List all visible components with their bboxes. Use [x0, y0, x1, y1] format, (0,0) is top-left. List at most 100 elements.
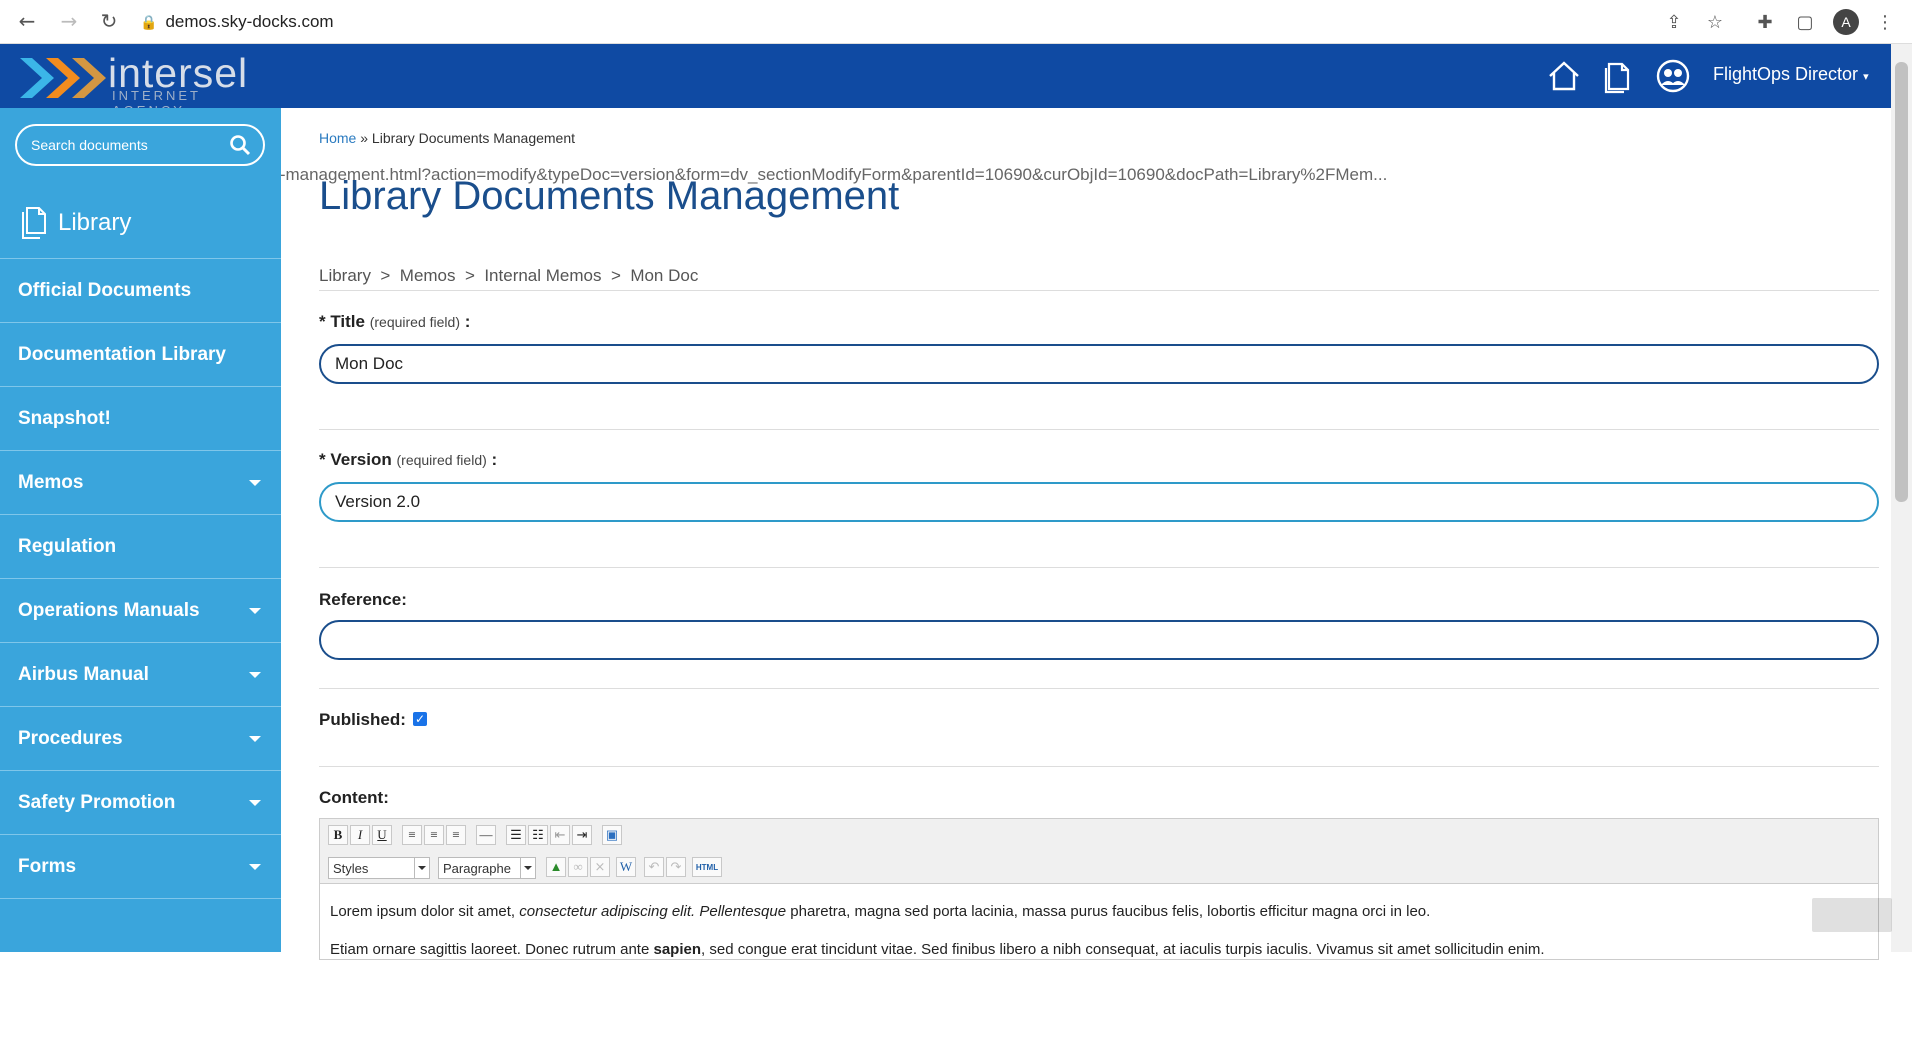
numbered-list-icon[interactable]: ☷	[528, 825, 548, 845]
brand-logo[interactable]: intersel INTERNET AGENCY	[16, 50, 266, 118]
published-checkbox[interactable]: ✓	[413, 712, 427, 726]
title-label-text: * Title	[319, 312, 365, 331]
sidebar-item-official-documents[interactable]: Official Documents	[0, 259, 281, 323]
reload-icon[interactable]: ↻	[96, 8, 122, 34]
sidebar-item-label: Safety Promotion	[18, 791, 176, 813]
text-run: Lorem ipsum dolor sit amet,	[330, 903, 520, 920]
horizontal-rule-icon[interactable]: —	[476, 825, 496, 845]
sidebar-item-airbus-manual[interactable]: Airbus Manual	[0, 643, 281, 707]
scrollbar-thumb[interactable]	[1895, 62, 1908, 502]
insert-image-icon[interactable]: ▲	[546, 857, 566, 877]
browser-menu-icon[interactable]: ⋮	[1872, 9, 1898, 35]
bold-icon[interactable]: B	[328, 825, 348, 845]
users-icon[interactable]	[1655, 58, 1691, 94]
library-document-icon	[22, 207, 46, 239]
legal-text[interactable]: Legal ©2016 SkyDocks 1.0.5	[54, 1029, 222, 1044]
styles-select[interactable]: Styles	[328, 857, 430, 879]
back-icon[interactable]: ←	[14, 8, 40, 34]
browser-toolbar: ← → ↻ 🔒 demos.sky-docks.com/library-docu…	[0, 0, 1912, 184]
outdent-icon[interactable]: ⇤	[550, 825, 570, 845]
sidebar: Library Official Documents Documentation…	[0, 108, 281, 1050]
indent-icon[interactable]: ⇥	[572, 825, 592, 845]
breadcrumb-home-link[interactable]: Home	[319, 130, 356, 146]
extensions-icon[interactable]: ✚	[1752, 9, 1778, 35]
bullet-list-icon[interactable]: ☰	[506, 825, 526, 845]
sidebar-item-forms[interactable]: Forms	[0, 835, 281, 899]
undo-icon[interactable]: ↶	[644, 857, 664, 877]
forward-icon[interactable]: →	[56, 8, 82, 34]
fullscreen-icon[interactable]: ▣	[602, 825, 622, 845]
sidebar-item-documentation-library[interactable]: Documentation Library	[0, 323, 281, 387]
tab-layout-icon[interactable]: ▢	[1792, 9, 1818, 35]
help-icon[interactable]: ?	[16, 1022, 44, 1050]
align-left-icon[interactable]: ≡	[402, 825, 422, 845]
version-label: * Version (required field) :	[319, 450, 498, 469]
caret-down-icon	[249, 671, 261, 678]
caret-down-icon	[249, 607, 261, 614]
address-bar[interactable]: 🔒 demos.sky-docks.com/library-documents-…	[140, 7, 1720, 184]
divider	[319, 766, 1879, 767]
html-source-icon[interactable]: HTML	[692, 857, 722, 877]
reference-field[interactable]	[319, 620, 1879, 660]
sidebar-item-safety-promotion[interactable]: Safety Promotion	[0, 771, 281, 835]
divider	[319, 567, 1879, 568]
sidebar-item-snapshot[interactable]: Snapshot!	[0, 387, 281, 451]
document-path: Library > Memos > Internal Memos > Mon D…	[319, 266, 699, 285]
title-field[interactable]	[319, 344, 1879, 384]
redo-icon[interactable]: ↷	[666, 857, 686, 877]
text-run: , sed congue erat tincidunt vitae. Sed f…	[701, 941, 1545, 958]
link-icon[interactable]: ∞	[568, 857, 588, 877]
share-icon[interactable]: ⇪	[1661, 9, 1687, 35]
align-right-icon[interactable]: ≡	[446, 825, 466, 845]
divider	[319, 290, 1879, 291]
user-menu[interactable]: FlightOps Director ▾	[1713, 64, 1869, 85]
format-select[interactable]: Paragraphe	[438, 857, 536, 879]
version-field[interactable]	[319, 482, 1879, 522]
sidebar-item-label: Procedures	[18, 727, 123, 749]
breadcrumb: Home » Library Documents Management	[319, 130, 575, 146]
editor-toolbar-row-1: B I U ≡ ≡ ≡ — ☰ ☷ ⇤ ⇥ ▣	[320, 819, 1878, 851]
version-input[interactable]	[321, 491, 1837, 513]
profile-avatar[interactable]: A	[1833, 9, 1859, 35]
dropdown-arrow-icon	[520, 858, 535, 878]
text-run: pharetra, magna sed porta lacinia, massa…	[786, 903, 1431, 920]
sidebar-item-label: Memos	[18, 471, 84, 493]
unlink-icon[interactable]: ⨯	[590, 857, 610, 877]
content-paragraph: Lorem ipsum dolor sit amet, consectetur …	[330, 893, 1860, 931]
content-label: Content:	[319, 788, 389, 807]
documents-icon[interactable]	[1600, 58, 1636, 94]
format-select-value: Paragraphe	[443, 860, 511, 876]
home-icon[interactable]	[1546, 58, 1582, 94]
content-paragraph: Etiam ornare sagittis laoreet. Donec rut…	[330, 931, 1860, 969]
lock-icon: 🔒	[140, 13, 158, 30]
sidebar-item-label: Regulation	[18, 535, 117, 557]
search-box[interactable]	[15, 124, 265, 166]
page-scrollbar[interactable]	[1891, 44, 1912, 952]
published-label: Published:	[319, 710, 406, 729]
italic-text-run: consectetur adipiscing elit. Pellentesqu…	[519, 903, 787, 920]
sidebar-library-header[interactable]: Library	[0, 188, 281, 259]
reference-input[interactable]	[321, 629, 1837, 651]
sidebar-menu: Official Documents Documentation Library…	[0, 259, 281, 899]
search-input[interactable]	[17, 136, 223, 154]
editor-content[interactable]: Lorem ipsum dolor sit amet, consectetur …	[330, 893, 1860, 969]
dropdown-arrow-icon	[414, 858, 429, 878]
paste-word-icon[interactable]: W	[616, 857, 636, 877]
sidebar-item-regulation[interactable]: Regulation	[0, 515, 281, 579]
sidebar-item-operations-manuals[interactable]: Operations Manuals	[0, 579, 281, 643]
url-host: demos.sky-docks.com	[165, 12, 334, 31]
title-input[interactable]	[321, 353, 1837, 375]
sidebar-item-label: Operations Manuals	[18, 599, 200, 621]
editor-toolbar-row-2: Styles Paragraphe ▲ ∞ ⨯ W ↶ ↷ HTML	[320, 851, 1878, 884]
search-icon[interactable]	[229, 134, 251, 156]
italic-icon[interactable]: I	[350, 825, 370, 845]
underline-icon[interactable]: U	[372, 825, 392, 845]
bookmark-star-icon[interactable]: ☆	[1702, 9, 1728, 35]
sidebar-item-memos[interactable]: Memos	[0, 451, 281, 515]
reference-label: Reference:	[319, 590, 407, 609]
sidebar-item-label: Forms	[18, 855, 77, 877]
sidebar-item-procedures[interactable]: Procedures	[0, 707, 281, 771]
caret-down-icon	[249, 735, 261, 742]
sidebar-item-label: Official Documents	[18, 279, 192, 301]
align-center-icon[interactable]: ≡	[424, 825, 444, 845]
